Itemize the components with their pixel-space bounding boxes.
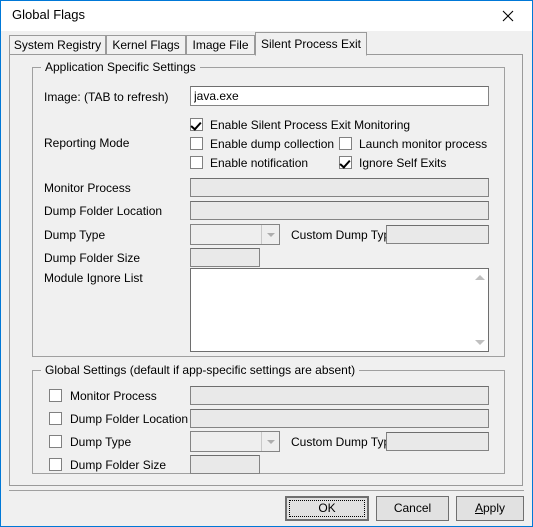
global-dump-folder-location-label: Dump Folder Location bbox=[70, 412, 189, 426]
dump-folder-size-input[interactable] bbox=[190, 248, 260, 267]
global-dump-folder-size-label: Dump Folder Size bbox=[70, 458, 167, 472]
checkbox-global-dump-type[interactable] bbox=[49, 435, 62, 448]
checkbox-label: Enable notification bbox=[210, 156, 309, 170]
tab-kernel-flags[interactable]: Kernel Flags bbox=[106, 35, 186, 55]
custom-dump-type-label: Custom Dump Type bbox=[291, 228, 397, 242]
global-monitor-process-label: Monitor Process bbox=[70, 389, 157, 403]
checkbox-label: Launch monitor process bbox=[359, 137, 488, 151]
global-dump-folder-location-input[interactable] bbox=[190, 409, 489, 428]
scroll-down-icon[interactable] bbox=[475, 340, 485, 345]
checkbox-enable-notification[interactable] bbox=[190, 156, 203, 169]
monitor-process-label: Monitor Process bbox=[44, 181, 131, 195]
global-dump-folder-size-input[interactable] bbox=[190, 455, 260, 474]
checkbox-label: Enable dump collection bbox=[210, 137, 335, 151]
checkbox-enable-silent-process-exit-monitoring[interactable] bbox=[190, 118, 203, 131]
scrollbar-vertical[interactable] bbox=[471, 269, 488, 351]
checkbox-global-dump-folder-size[interactable] bbox=[49, 458, 62, 471]
chevron-down-icon[interactable] bbox=[261, 432, 279, 451]
tab-bar: System Registry Kernel Flags Image File … bbox=[9, 32, 524, 56]
tab-label: System Registry bbox=[13, 38, 102, 52]
tab-panel-silent-process-exit: Application Specific Settings Image: (TA… bbox=[9, 54, 523, 486]
application-specific-settings-group: Application Specific Settings Image: (TA… bbox=[32, 60, 505, 357]
tab-label: Image File bbox=[192, 38, 249, 52]
chevron-down-icon[interactable] bbox=[261, 225, 279, 244]
tab-label: Kernel Flags bbox=[112, 38, 180, 52]
title-bar: Global Flags bbox=[1, 1, 532, 31]
dump-type-combobox[interactable] bbox=[190, 224, 280, 245]
close-icon[interactable] bbox=[486, 1, 532, 29]
tab-image-file[interactable]: Image File bbox=[186, 35, 255, 55]
checkbox-global-dump-folder-location[interactable] bbox=[49, 412, 62, 425]
apply-mnemonic: A bbox=[474, 501, 483, 515]
checkbox-label: Ignore Self Exits bbox=[359, 156, 447, 170]
apply-button[interactable]: Apply bbox=[456, 496, 524, 521]
checkbox-ignore-self-exits[interactable] bbox=[339, 156, 352, 169]
ok-label: OK bbox=[318, 501, 336, 515]
tab-label: Silent Process Exit bbox=[260, 37, 362, 51]
global-dump-type-combobox[interactable] bbox=[190, 431, 280, 452]
global-custom-dump-type-input[interactable] bbox=[386, 432, 489, 451]
image-label: Image: (TAB to refresh) bbox=[44, 90, 169, 104]
dump-folder-location-input[interactable] bbox=[190, 201, 489, 220]
global-custom-dump-type-label: Custom Dump Type bbox=[291, 435, 397, 449]
global-settings-group: Global Settings (default if app-specific… bbox=[32, 363, 505, 474]
tab-silent-process-exit[interactable]: Silent Process Exit bbox=[255, 32, 367, 56]
cancel-button[interactable]: Cancel bbox=[376, 496, 449, 521]
global-dump-type-label: Dump Type bbox=[70, 435, 132, 449]
group-title: Global Settings (default if app-specific… bbox=[41, 363, 360, 377]
footer-separator bbox=[9, 490, 524, 491]
group-title: Application Specific Settings bbox=[41, 60, 200, 74]
dump-folder-size-label: Dump Folder Size bbox=[44, 251, 141, 265]
dump-folder-location-label: Dump Folder Location bbox=[44, 204, 163, 218]
monitor-process-input[interactable] bbox=[190, 178, 489, 197]
checkbox-label: Enable Silent Process Exit Monitoring bbox=[210, 118, 411, 132]
close-glyph bbox=[502, 10, 514, 22]
checkbox-global-monitor-process[interactable] bbox=[49, 389, 62, 402]
tab-system-registry[interactable]: System Registry bbox=[9, 35, 106, 55]
module-ignore-list-label: Module Ignore List bbox=[44, 271, 143, 285]
image-input[interactable] bbox=[190, 86, 489, 106]
global-flags-dialog: Global Flags System Registry Kernel Flag… bbox=[0, 0, 533, 527]
cancel-label: Cancel bbox=[393, 501, 432, 515]
scroll-up-icon[interactable] bbox=[475, 275, 485, 280]
dump-type-label: Dump Type bbox=[44, 228, 106, 242]
ok-button[interactable]: OK bbox=[285, 496, 369, 521]
checkbox-launch-monitor-process[interactable] bbox=[339, 137, 352, 150]
apply-label: pply bbox=[483, 501, 506, 515]
reporting-mode-label: Reporting Mode bbox=[44, 136, 130, 150]
window-title: Global Flags bbox=[12, 7, 85, 22]
custom-dump-type-input[interactable] bbox=[386, 225, 489, 244]
module-ignore-list-textarea[interactable] bbox=[190, 268, 489, 352]
checkbox-enable-dump-collection[interactable] bbox=[190, 137, 203, 150]
global-monitor-process-input[interactable] bbox=[190, 386, 489, 405]
